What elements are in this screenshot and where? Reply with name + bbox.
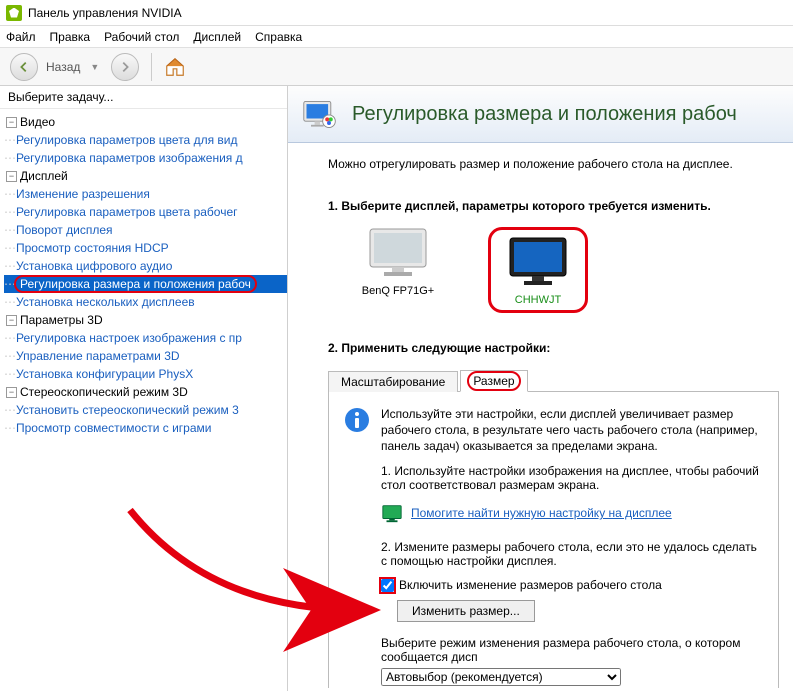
tree-item[interactable]: Поворот дисплея [16, 223, 113, 237]
window-title: Панель управления NVIDIA [28, 6, 182, 20]
tree-item[interactable]: Просмотр состояния HDCP [16, 241, 169, 255]
tree-item[interactable]: Установка цифрового аудио [16, 259, 172, 273]
tab-size[interactable]: Размер [460, 370, 527, 392]
display-label: CHHWJT [515, 294, 561, 306]
tree-item[interactable]: Регулировка параметров цвета рабочег [16, 205, 238, 219]
info-icon [343, 406, 371, 434]
monitor-icon [506, 236, 570, 288]
header-display-icon [302, 96, 338, 132]
menu-file[interactable]: Файл [6, 30, 36, 44]
info-text: Используйте эти настройки, если дисплей … [381, 406, 764, 454]
tree-group-video[interactable]: − Видео [4, 113, 287, 131]
resize-button[interactable]: Изменить размер... [397, 600, 535, 622]
tree-item[interactable]: Регулировка параметров цвета для вид [16, 133, 237, 147]
tabstrip: Масштабирование Размер [328, 369, 779, 392]
checkbox-label: Включить изменение размеров рабочего сто… [399, 578, 662, 592]
forward-button[interactable] [111, 53, 139, 81]
tab-panel-size: Используйте эти настройки, если дисплей … [328, 392, 779, 688]
collapse-icon[interactable]: − [6, 171, 17, 182]
tab-scaling[interactable]: Масштабирование [328, 371, 458, 392]
content-pane: Регулировка размера и положения рабоч Мо… [288, 86, 793, 691]
menu-help[interactable]: Справка [255, 30, 302, 44]
tree-group-stereo[interactable]: − Стереоскопический режим 3D [4, 383, 287, 401]
menu-edit[interactable]: Правка [50, 30, 91, 44]
substep2: 2. Измените размеры рабочего стола, если… [381, 540, 764, 568]
substep1: 1. Используйте настройки изображения на … [381, 464, 764, 492]
task-tree: − Видео Регулировка параметров цвета для… [0, 109, 287, 691]
tree-item[interactable]: Установить стереоскопический режим 3 [16, 403, 239, 417]
toolbar-separator [151, 53, 152, 81]
content-header: Регулировка размера и положения рабоч [288, 86, 793, 143]
step2-title: 2. Применить следующие настройки: [328, 341, 779, 355]
step1-title: 1. Выберите дисплей, параметры которого … [328, 199, 779, 213]
page-title: Регулировка размера и положения рабоч [352, 103, 737, 126]
sidebar: Выберите задачу... − Видео Регулировка п… [0, 86, 288, 691]
annotation-highlight: Регулировка размера и положения рабоч [14, 275, 257, 293]
collapse-icon[interactable]: − [6, 387, 17, 398]
enable-resize-checkbox[interactable] [381, 579, 394, 592]
home-icon[interactable] [164, 56, 186, 78]
resize-mode-select[interactable]: Автовыбор (рекомендуется) [381, 668, 621, 686]
tree-item[interactable]: Изменение разрешения [16, 187, 150, 201]
tree-item[interactable]: Установка конфигурации PhysX [16, 367, 193, 381]
back-label: Назад [46, 60, 80, 74]
menubar: Файл Правка Рабочий стол Дисплей Справка [0, 26, 793, 48]
tree-item[interactable]: Регулировка настроек изображения с пр [16, 331, 242, 345]
display-settings-icon [381, 502, 403, 524]
toolbar: Назад ▼ [0, 48, 793, 86]
annotation-highlight: Размер [467, 371, 520, 391]
intro-text: Можно отрегулировать размер и положение … [328, 157, 779, 171]
mode-label: Выберите режим изменения размера рабочег… [381, 636, 764, 664]
tree-group-3d[interactable]: − Параметры 3D [4, 311, 287, 329]
display-option-selected[interactable]: CHHWJT [488, 227, 588, 313]
help-link[interactable]: Помогите найти нужную настройку на диспл… [411, 506, 672, 520]
display-label: BenQ FP71G+ [362, 285, 434, 297]
menu-desktop[interactable]: Рабочий стол [104, 30, 179, 44]
collapse-icon[interactable]: − [6, 117, 17, 128]
tree-item[interactable]: Регулировка параметров изображения д [16, 151, 243, 165]
nvidia-icon [6, 5, 22, 21]
display-picker: BenQ FP71G+ CHHWJT [348, 227, 779, 313]
tree-item[interactable]: Просмотр совместимости с играми [16, 421, 211, 435]
tree-group-display[interactable]: − Дисплей [4, 167, 287, 185]
sidebar-header: Выберите задачу... [0, 86, 287, 109]
collapse-icon[interactable]: − [6, 315, 17, 326]
tree-item[interactable]: Управление параметрами 3D [16, 349, 180, 363]
tree-item[interactable]: Установка нескольких дисплеев [16, 295, 195, 309]
back-dropdown-icon[interactable]: ▼ [90, 62, 99, 72]
monitor-icon [366, 227, 430, 279]
menu-display[interactable]: Дисплей [193, 30, 241, 44]
tree-item-selected[interactable]: Регулировка размера и положения рабоч [20, 277, 251, 291]
titlebar: Панель управления NVIDIA [0, 0, 793, 26]
display-option[interactable]: BenQ FP71G+ [348, 227, 448, 313]
back-button[interactable] [10, 53, 38, 81]
